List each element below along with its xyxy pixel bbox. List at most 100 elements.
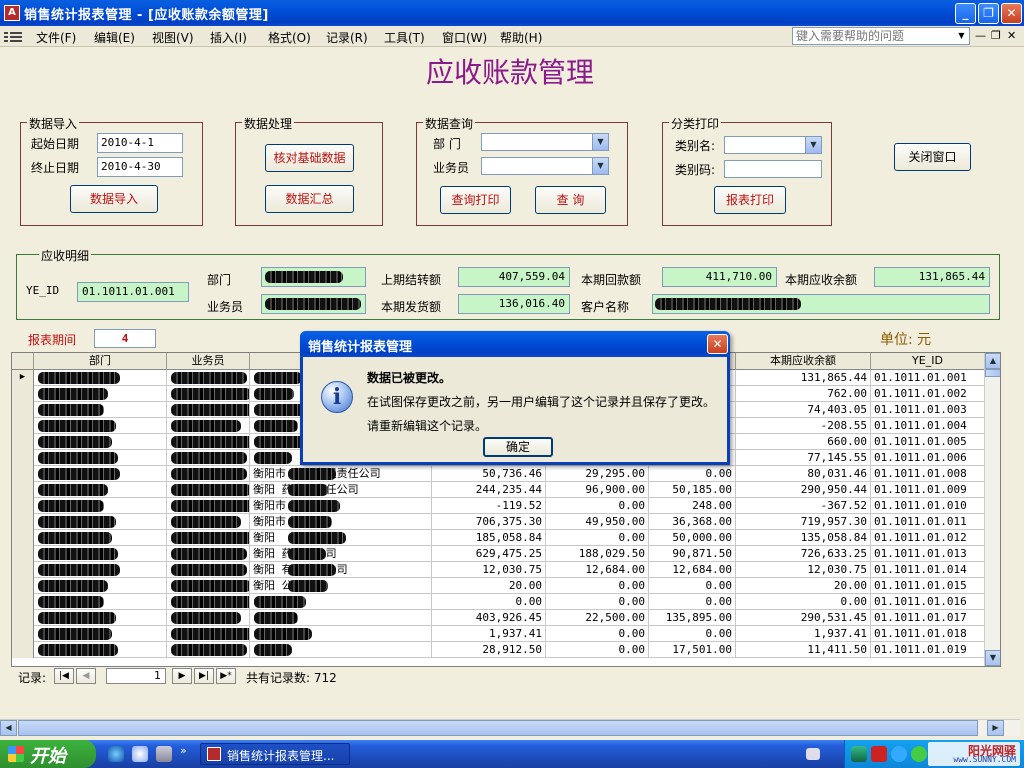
cell-customer[interactable]: 衡阳 药有限公司 [250,546,432,562]
current-record-pointer-icon[interactable]: ▶ [12,370,34,386]
shield-icon[interactable] [911,746,927,762]
cell-c2[interactable]: 0.00 [546,578,649,594]
cell-bal[interactable]: 131,865.44 [736,370,871,386]
cell-c3[interactable]: 50,000.00 [649,530,736,546]
cell-c3[interactable]: 248.00 [649,498,736,514]
cell-c2[interactable]: 49,950.00 [546,514,649,530]
cell-c3[interactable]: 50,185.00 [649,482,736,498]
cell-c2[interactable]: 0.00 [546,530,649,546]
mdi-close-icon[interactable]: ✕ [1007,29,1016,42]
table-row[interactable]: 1,937.41 0.00 0.00 1,937.41 01.1011.01.018 [12,626,985,642]
cell-c1[interactable]: 185,058.84 [432,530,546,546]
cell-customer[interactable]: 衡阳市 药品有限责任公司 [250,466,432,482]
cell-id[interactable]: 01.1011.01.012 [871,530,985,546]
cell-c2[interactable]: 12,684.00 [546,562,649,578]
cell-customer[interactable] [250,594,432,610]
cell-c2[interactable]: 29,295.00 [546,466,649,482]
table-row[interactable]: 衡阳 185,058.84 0.00 50,000.00 135,058.84 01.10… [12,530,985,546]
cell-c1[interactable]: 20.00 [432,578,546,594]
table-row[interactable]: 衡阳市 -119.52 0.00 248.00 -367.52 01.1011.01.01… [12,498,985,514]
cell-sales[interactable] [167,642,250,658]
cell-id[interactable]: 01.1011.01.019 [871,642,985,658]
row-selector[interactable] [12,514,34,530]
cell-id[interactable]: 01.1011.01.018 [871,626,985,642]
cell-c1[interactable]: 629,475.25 [432,546,546,562]
desktop-icon[interactable] [156,746,172,762]
chevron-down-icon[interactable]: ▼ [592,134,608,150]
cell-c3[interactable]: 17,501.00 [649,642,736,658]
cell-c3[interactable]: 36,368.00 [649,514,736,530]
cell-id[interactable]: 01.1011.01.009 [871,482,985,498]
row-selector[interactable] [12,562,34,578]
cell-id[interactable]: 01.1011.01.014 [871,562,985,578]
menu-file[interactable]: 文件(F) [36,29,76,46]
chevron-down-icon[interactable]: ▼ [592,158,608,174]
cell-dept[interactable] [34,514,167,530]
current-record-input[interactable]: 1 [106,668,166,684]
task-item-app[interactable]: 销售统计报表管理... [200,743,350,765]
cell-bal[interactable]: -367.52 [736,498,871,514]
cell-c2[interactable]: 0.00 [546,594,649,610]
cell-sales[interactable] [167,578,250,594]
category-name-select[interactable]: ▼ [724,136,822,154]
query-dept-select[interactable]: ▼ [481,133,609,151]
cell-sales[interactable] [167,594,250,610]
cell-bal[interactable]: 290,950.44 [736,482,871,498]
cell-bal[interactable]: 74,403.05 [736,402,871,418]
menu-format[interactable]: 格式(O) [268,29,311,46]
start-button[interactable]: 开始 [0,740,96,768]
cell-c2[interactable]: 0.00 [546,498,649,514]
close-button[interactable]: ✕ [1001,3,1022,24]
cell-c1[interactable]: 244,235.44 [432,482,546,498]
cell-customer[interactable]: 衡阳 公司 [250,578,432,594]
cell-id[interactable]: 01.1011.01.006 [871,450,985,466]
cell-dept[interactable] [34,578,167,594]
cell-dept[interactable] [34,498,167,514]
cell-c3[interactable]: 0.00 [649,466,736,482]
row-selector[interactable] [12,450,34,466]
chevron-down-icon[interactable]: ▼ [805,137,821,153]
table-row[interactable]: 衡阳市 706,375.30 49,950.00 36,368.00 719,957.3… [12,514,985,530]
expand-quicklaunch-icon[interactable]: » [180,744,187,757]
update-icon[interactable] [891,746,907,762]
row-selector[interactable] [12,610,34,626]
cell-bal[interactable]: 1,937.41 [736,626,871,642]
row-selector[interactable] [12,642,34,658]
cell-c3[interactable]: 90,871.50 [649,546,736,562]
menu-records[interactable]: 记录(R) [326,29,368,46]
cell-sales[interactable] [167,370,250,386]
row-selector[interactable] [12,498,34,514]
hscroll-thumb[interactable] [18,720,978,736]
select-all-cell[interactable] [12,353,34,370]
access-app-icon[interactable]: A [4,5,20,21]
menu-insert[interactable]: 插入(I) [210,29,247,46]
table-row[interactable]: 衡阳市 药品有限责任公司 50,736.46 29,295.00 0.00 80,031… [12,466,985,482]
row-selector[interactable] [12,594,34,610]
last-record-icon[interactable]: ▶| [194,668,214,684]
cell-dept[interactable] [34,626,167,642]
help-search-input[interactable] [793,28,953,44]
category-code-input[interactable] [724,160,822,178]
cell-dept[interactable] [34,546,167,562]
ye-id-field[interactable]: 01.1011.01.001 [77,282,189,302]
query-sales-select[interactable]: ▼ [481,157,609,175]
cell-dept[interactable] [34,530,167,546]
start-date-input[interactable]: 2010-4-1 [97,133,183,153]
cell-dept[interactable] [34,610,167,626]
cell-c1[interactable]: 1,937.41 [432,626,546,642]
cell-dept[interactable] [34,402,167,418]
cell-bal[interactable]: 20.00 [736,578,871,594]
cell-sales[interactable] [167,434,250,450]
cell-customer[interactable]: 衡阳市 [250,498,432,514]
row-selector[interactable] [12,482,34,498]
cell-id[interactable]: 01.1011.01.011 [871,514,985,530]
import-button[interactable]: 数据导入 [70,185,158,213]
mdi-minimize-icon[interactable]: — [975,29,986,42]
cell-dept[interactable] [34,370,167,386]
cell-customer[interactable]: 衡阳 [250,530,432,546]
new-record-icon[interactable]: ▶* [216,668,236,684]
ie-icon[interactable] [108,746,124,762]
cell-sales[interactable] [167,546,250,562]
cell-id[interactable]: 01.1011.01.017 [871,610,985,626]
scroll-down-icon[interactable]: ▼ [985,650,1000,666]
